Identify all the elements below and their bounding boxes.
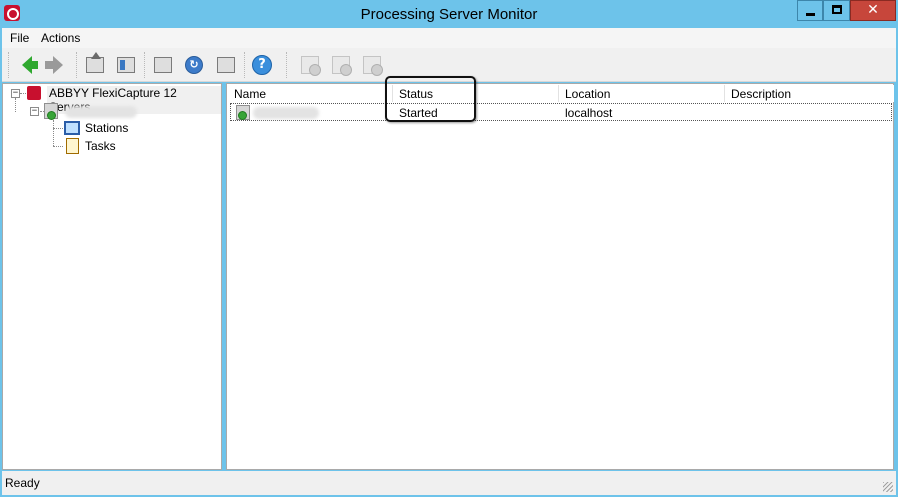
back-arrow-icon	[22, 56, 38, 74]
tree-collapse-server[interactable]: −	[30, 107, 39, 116]
column-header-description[interactable]: Description	[725, 85, 893, 102]
server-icon	[44, 103, 58, 120]
maximize-button[interactable]	[823, 0, 850, 21]
tree-connector	[53, 120, 54, 146]
forward-button[interactable]	[45, 54, 69, 76]
stop-server-button[interactable]	[330, 54, 352, 76]
up-level-button[interactable]	[84, 52, 106, 76]
menu-file[interactable]: File	[10, 31, 29, 45]
resize-grip-icon[interactable]	[883, 482, 893, 492]
status-highlight-box	[385, 76, 476, 122]
export-list-button[interactable]	[215, 54, 237, 76]
table-row[interactable]: Started localhost	[230, 103, 892, 121]
menu-bar: File Actions	[2, 28, 896, 48]
refresh-button[interactable]: ↻	[183, 54, 205, 76]
minimize-button[interactable]	[797, 0, 823, 21]
toolbar-separator	[286, 52, 288, 78]
server-list-view[interactable]: Name Status Location Description Started…	[226, 83, 894, 470]
refresh-icon: ↻	[185, 56, 203, 74]
tree-collapse-root[interactable]: −	[11, 89, 20, 98]
show-hide-tree-button[interactable]	[115, 54, 137, 76]
toolbar-grip	[8, 52, 10, 78]
main-window: Processing Server Monitor ✕ File Actions	[0, 0, 898, 497]
console-tree[interactable]: − ABBYY FlexiCapture 12 Servers − Statio…	[2, 83, 222, 470]
stations-monitor-icon	[64, 121, 80, 135]
tree-item-stations[interactable]: Stations	[85, 121, 128, 135]
help-button[interactable]: ?	[251, 54, 273, 76]
maximize-icon	[832, 5, 842, 14]
back-button[interactable]	[16, 54, 38, 76]
title-bar[interactable]: Processing Server Monitor ✕	[0, 0, 898, 28]
tree-connector	[15, 98, 16, 112]
up-folder-icon	[86, 52, 104, 73]
list-header: Name Status Location Description	[228, 85, 894, 102]
export-list-icon	[217, 57, 235, 73]
column-header-name[interactable]: Name	[228, 85, 393, 102]
tasks-clipboard-icon	[66, 138, 79, 154]
tree-item-tasks[interactable]: Tasks	[85, 139, 116, 153]
status-text: Ready	[5, 476, 40, 490]
server-settings-button[interactable]	[361, 54, 383, 76]
server-name-redacted[interactable]	[65, 106, 137, 118]
close-button[interactable]: ✕	[850, 0, 896, 21]
minimize-icon	[806, 13, 815, 16]
properties-button[interactable]	[152, 54, 174, 76]
tree-connector	[53, 128, 63, 129]
start-server-button[interactable]	[299, 54, 321, 76]
window-title: Processing Server Monitor	[360, 6, 538, 23]
abbyy-servers-icon	[27, 86, 41, 100]
toolbar-separator	[144, 52, 146, 78]
status-bar: Ready	[2, 471, 896, 495]
toolbar-separator	[76, 52, 78, 78]
server-settings-icon	[363, 56, 383, 76]
console-tree-icon	[117, 57, 135, 73]
forward-arrow-icon	[45, 56, 63, 74]
column-header-location[interactable]: Location	[559, 85, 725, 102]
tree-connector	[53, 146, 63, 147]
tree-connector	[20, 93, 26, 94]
stop-server-icon	[332, 56, 352, 76]
row-name-redacted	[253, 107, 319, 119]
start-server-icon	[301, 56, 321, 76]
menu-actions[interactable]: Actions	[41, 31, 80, 45]
row-location: localhost	[565, 106, 613, 120]
server-started-icon	[236, 105, 250, 120]
help-icon: ?	[252, 55, 272, 75]
properties-icon	[154, 57, 172, 73]
toolbar-separator	[244, 52, 246, 78]
close-icon: ✕	[867, 2, 879, 18]
